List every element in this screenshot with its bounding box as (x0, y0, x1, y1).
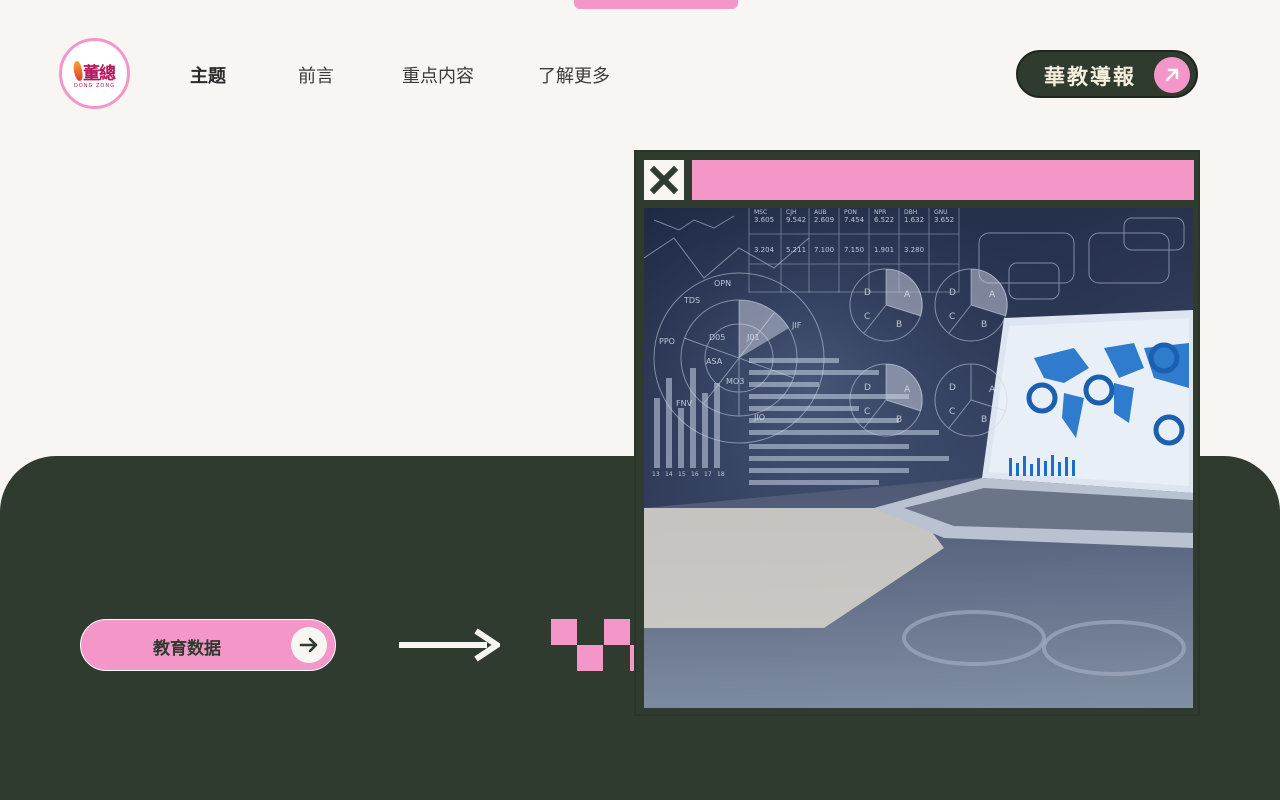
photo-pie-letter: B (981, 415, 987, 425)
top-accent-tab (574, 0, 738, 9)
photo-table-value: 2.609 (814, 216, 834, 224)
photo-donut-label: J01 (746, 333, 760, 342)
photo-axis-tick: 15 (678, 471, 686, 478)
photo-table-header: PON (844, 209, 857, 216)
photo-table-header: AUB (814, 209, 827, 216)
photo-table-header: CJH (786, 209, 796, 216)
photo-table-value: 3.280 (904, 246, 924, 254)
photo-donut-label: MO3 (726, 377, 744, 386)
photo-table-value: 3.652 (934, 216, 954, 224)
nav-item-key-content[interactable]: 重点内容 (402, 62, 474, 88)
arrow-right-icon (291, 627, 327, 663)
photo-donut-label: JIO (753, 413, 765, 422)
photo-table-value: 1.632 (904, 216, 924, 224)
photo-donut-label: D05 (709, 333, 725, 342)
photo-table-value: 7.454 (844, 216, 865, 224)
data-analytics-photo: MSC CJH AUB PON NPR DBH GNU 3.605 9.542 2.609 7.45… (644, 208, 1193, 708)
photo-table-value: 5.211 (786, 246, 806, 254)
photo-table-header: DBH (904, 209, 917, 216)
arrow-up-right-icon (1154, 57, 1190, 93)
photo-table-value: 7.150 (844, 246, 864, 254)
photo-pie-letter: D (949, 288, 956, 298)
photo-pie-letter: D (864, 383, 871, 393)
photo-pie-letter: C (864, 407, 870, 417)
photo-axis-tick: 17 (704, 471, 712, 478)
photo-pie-letter: C (864, 312, 870, 322)
photo-pie-letter: A (989, 290, 996, 300)
photo-table-value: 7.100 (814, 246, 834, 254)
photo-table-header: GNU (934, 209, 948, 216)
close-icon[interactable] (644, 160, 684, 200)
photo-axis-tick: 18 (717, 471, 725, 478)
photo-donut-label: PPO (659, 337, 675, 346)
photo-illustration: MSC CJH AUB PON NPR DBH GNU 3.605 9.542 2.609 7.45… (644, 208, 1193, 708)
logo-subtext: DONG ZONG (74, 82, 115, 89)
photo-axis-tick: 16 (691, 471, 699, 478)
photo-pie-letter: C (949, 312, 955, 322)
photo-pie-letter: A (904, 290, 911, 300)
photo-table-value: 1.901 (874, 246, 894, 254)
photo-pie-letter: D (949, 383, 956, 393)
photo-donut-label: ASA (706, 357, 723, 366)
dongzong-logo[interactable]: 董總 DONG ZONG (59, 38, 130, 109)
photo-donut-label: JIF (791, 321, 802, 330)
photo-pie-letter: A (904, 385, 911, 395)
photo-table-value: 9.542 (786, 216, 806, 224)
huajiao-news-button[interactable]: 華教導報 (1016, 50, 1198, 98)
photo-axis-tick: 14 (665, 471, 673, 478)
photo-donut-label: FNV (676, 399, 693, 408)
photo-table-header: MSC (754, 209, 767, 216)
education-data-label: 教育数据 (153, 639, 221, 659)
photo-donut-label: OPN (714, 279, 731, 288)
photo-pie-letter: B (896, 415, 902, 425)
photo-table-header: NPR (874, 209, 886, 216)
nav-item-preface[interactable]: 前言 (298, 62, 334, 88)
photo-pie-letter: C (949, 407, 955, 417)
photo-axis-tick: 13 (652, 471, 660, 478)
photo-pie-letter: B (896, 320, 902, 330)
logo-mark: 董總 (72, 59, 116, 84)
photo-donut-label: TDS (683, 296, 700, 305)
photo-table-value: 3.605 (754, 216, 774, 224)
photo-pie-letter: B (981, 320, 987, 330)
nav-item-topic[interactable]: 主题 (190, 62, 226, 88)
long-arrow-icon (399, 628, 500, 662)
window-title-bar (692, 160, 1194, 200)
nav-item-learn-more[interactable]: 了解更多 (538, 62, 610, 88)
photo-table-value: 3.204 (754, 246, 775, 254)
huajiao-news-label: 華教導報 (1044, 64, 1136, 89)
image-window: MSC CJH AUB PON NPR DBH GNU 3.605 9.542 2.609 7.45… (634, 150, 1200, 716)
photo-table-value: 6.522 (874, 216, 894, 224)
photo-pie-letter: D (864, 288, 871, 298)
logo-text: 董總 (83, 63, 116, 84)
photo-pie-letter: A (989, 385, 996, 395)
education-data-button[interactable]: 教育数据 (80, 619, 336, 671)
